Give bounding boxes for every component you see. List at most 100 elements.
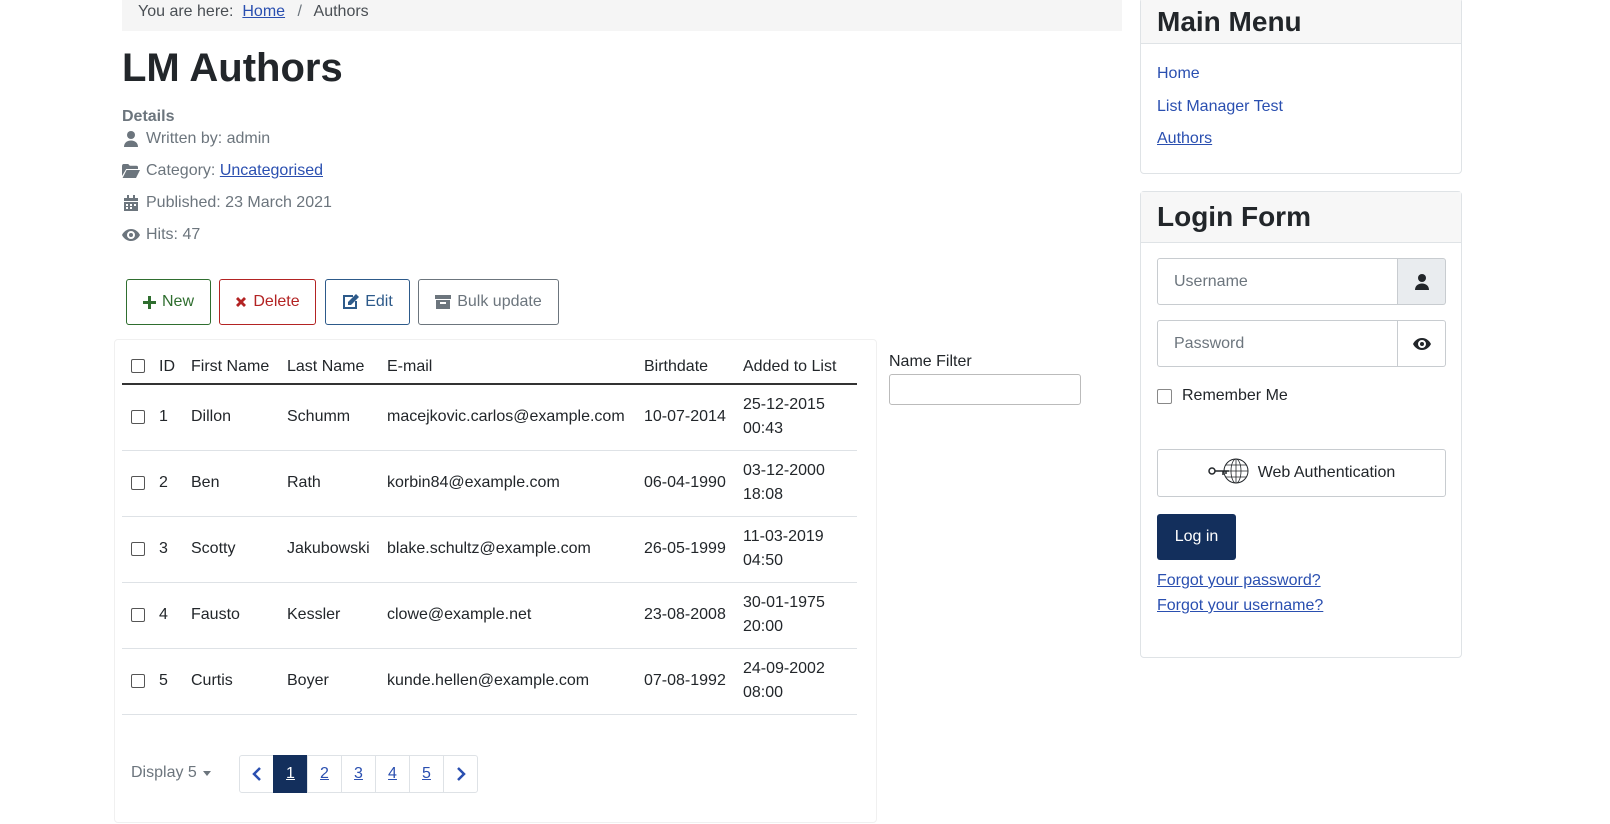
header-last-name[interactable]: Last Name (279, 350, 379, 385)
cell-added: 03-12-2000 18:08 (735, 450, 857, 517)
cell-added: 30-01-1975 20:00 (735, 582, 857, 649)
page-button-2[interactable]: 2 (307, 755, 342, 793)
name-filter-input[interactable] (889, 374, 1081, 405)
breadcrumb-home-link[interactable]: Home (242, 3, 285, 20)
cell-added-time: 08:00 (743, 684, 784, 701)
cell-added-time: 00:43 (743, 420, 784, 438)
menu-item-list-manager-test: List Manager Test (1157, 91, 1445, 124)
table-row: 4 Fausto Kessler clowe@example.net 23-08… (122, 582, 857, 649)
archive-icon (435, 295, 452, 309)
main-menu-list: Home List Manager Test Authors (1141, 44, 1461, 156)
login-button[interactable]: Log in (1157, 514, 1236, 560)
row-checkbox[interactable] (131, 607, 145, 622)
web-authentication-button[interactable]: Web Authentication (1157, 449, 1446, 497)
cell-added-date: 11-03-2019 (743, 528, 824, 545)
web-authentication-label: Web Authentication (1257, 464, 1396, 481)
page-button-3[interactable]: 3 (341, 755, 376, 793)
menu-link-authors[interactable]: Authors (1157, 130, 1212, 148)
remember-me-checkbox[interactable] (1157, 388, 1172, 404)
cell-id: 1 (151, 384, 183, 451)
cell-added: 25-12-2015 00:43 (735, 384, 857, 451)
password-input[interactable] (1157, 320, 1398, 367)
row-checkbox[interactable] (131, 673, 145, 688)
page-button-4[interactable]: 4 (375, 755, 410, 793)
chevron-right-icon (456, 767, 466, 781)
select-all-checkbox[interactable] (131, 359, 145, 374)
bulk-update-button[interactable]: Bulk update (418, 279, 559, 325)
eye-icon (122, 226, 140, 244)
header-first-name[interactable]: First Name (183, 350, 279, 385)
row-checkbox[interactable] (131, 475, 145, 490)
close-icon (235, 296, 247, 308)
table-row: 3 Scotty Jakubowski blake.schultz@exampl… (122, 516, 857, 583)
category-link[interactable]: Uncategorised (220, 162, 323, 180)
username-input[interactable] (1157, 258, 1398, 305)
cell-email: blake.schultz@example.com (379, 516, 636, 583)
cell-first-name: Fausto (183, 582, 279, 649)
cell-first-name: Dillon (183, 384, 279, 451)
cell-added-date: 25-12-2015 (743, 396, 825, 414)
folder-open-icon (122, 162, 140, 180)
password-group (1157, 320, 1446, 367)
cell-first-name: Curtis (183, 648, 279, 715)
details-label: Details (122, 108, 175, 125)
detail-author: Written by: admin (122, 130, 270, 148)
edit-button[interactable]: Edit (325, 279, 410, 325)
detail-hits: Hits: 47 (122, 226, 200, 244)
header-birthdate[interactable]: Birthdate (636, 350, 735, 385)
header-email[interactable]: E-mail (379, 350, 636, 385)
page-title: LM Authors (122, 46, 343, 90)
cell-email: kunde.hellen@example.com (379, 648, 636, 715)
detail-author-text: Written by: admin (146, 130, 271, 147)
header-added[interactable]: Added to List (735, 350, 857, 385)
cell-last-name: Boyer (279, 648, 379, 715)
edit-icon (342, 294, 360, 310)
row-checkbox[interactable] (131, 541, 145, 556)
page-prev-button[interactable] (239, 755, 274, 793)
menu-link-home[interactable]: Home (1157, 65, 1200, 83)
forgot-username-link[interactable]: Forgot your username? (1157, 597, 1323, 615)
main-menu-title: Main Menu (1141, 0, 1461, 44)
cell-added: 24-09-2002 08:00 (735, 648, 857, 715)
detail-published: Published: 23 March 2021 (122, 194, 332, 212)
page-button-5[interactable]: 5 (409, 755, 444, 793)
detail-published-text: Published: 23 March 2021 (146, 194, 332, 211)
cell-email: clowe@example.net (379, 582, 636, 649)
calendar-icon (122, 194, 140, 212)
table-row: 1 Dillon Schumm macejkovic.carlos@exampl… (122, 384, 857, 451)
page-next-button[interactable] (443, 755, 478, 793)
cell-added-date: 24-09-2002 (743, 660, 825, 677)
main-menu-module: Main Menu Home List Manager Test Authors (1140, 0, 1462, 174)
display-count-select[interactable]: Display 5 (131, 764, 211, 782)
forgot-password-link[interactable]: Forgot your password? (1157, 572, 1321, 590)
cell-birthdate: 10-07-2014 (636, 384, 735, 451)
remember-me-label: Remember Me (1182, 387, 1288, 404)
page-button-1[interactable]: 1 (273, 755, 308, 793)
cell-added-time: 20:00 (743, 618, 784, 635)
row-checkbox[interactable] (131, 410, 145, 425)
cell-added-date: 03-12-2000 (743, 462, 825, 479)
menu-link-list-manager-test[interactable]: List Manager Test (1157, 98, 1283, 116)
login-form-module: Login Form Remember Me Web Authenticatio… (1140, 191, 1462, 658)
passkey-icon (1207, 457, 1250, 490)
breadcrumb-prefix: You are here: (138, 3, 234, 20)
cell-birthdate: 06-04-1990 (636, 450, 735, 517)
user-icon (1398, 258, 1446, 305)
detail-category-prefix: Category: (146, 162, 216, 179)
remember-me[interactable]: Remember Me (1157, 387, 1288, 405)
eye-icon[interactable] (1398, 320, 1446, 367)
delete-button[interactable]: Delete (219, 279, 316, 325)
name-filter-label: Name Filter (889, 353, 972, 370)
login-form-title: Login Form (1141, 192, 1461, 243)
cell-birthdate: 07-08-1992 (636, 648, 735, 715)
edit-button-label: Edit (365, 293, 393, 310)
user-icon (122, 130, 140, 148)
cell-id: 5 (151, 648, 183, 715)
new-button[interactable]: New (126, 279, 211, 325)
menu-item-authors: Authors (1157, 123, 1445, 156)
cell-birthdate: 26-05-1999 (636, 516, 735, 583)
header-id[interactable]: ID (151, 350, 183, 385)
delete-button-label: Delete (253, 293, 300, 310)
authors-table: ID First Name Last Name E-mail Birthdate… (122, 350, 857, 715)
cell-id: 4 (151, 582, 183, 649)
